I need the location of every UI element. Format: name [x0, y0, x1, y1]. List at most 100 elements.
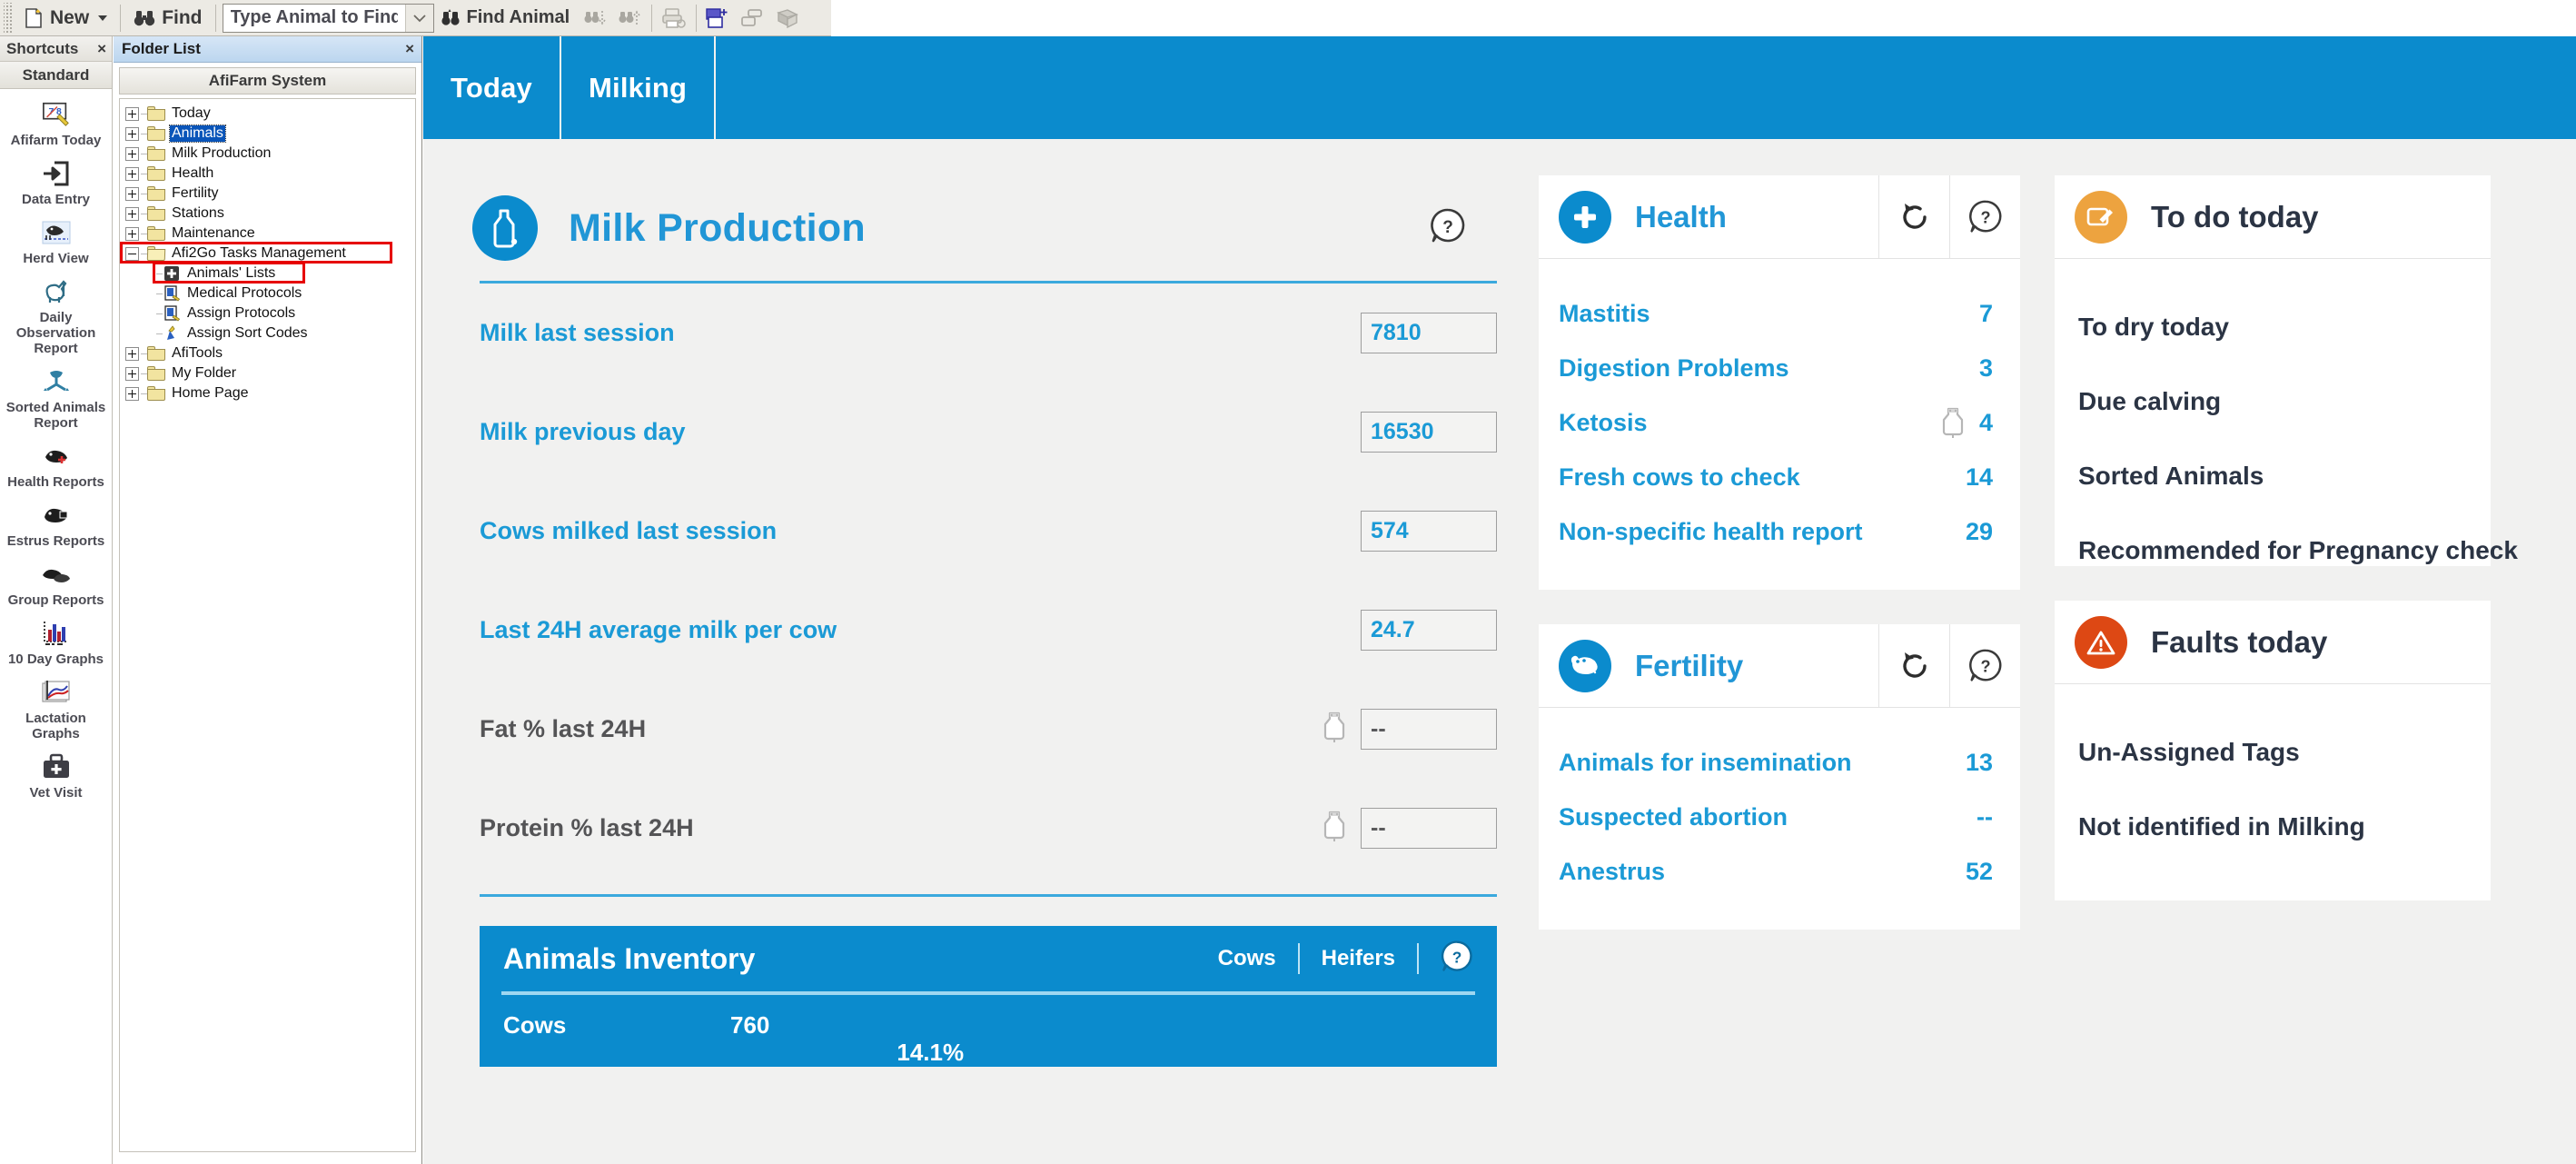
expand-icon[interactable] — [125, 126, 139, 141]
shortcut-item-data-entry[interactable]: Data Entry — [0, 154, 112, 213]
shortcut-item-afifarm-today[interactable]: 78 Afifarm Today — [0, 95, 112, 154]
faults-row[interactable]: Un-Assigned Tags — [2078, 715, 2463, 790]
health-refresh-button[interactable] — [1878, 174, 1949, 259]
fertility-row[interactable]: Animals for insemination 13 — [1559, 735, 1993, 790]
shortcut-item-10-day-graphs[interactable]: 10 Day Graphs — [0, 613, 112, 672]
milk-production-row[interactable]: Milk last session 7810 — [480, 284, 1497, 383]
shortcut-item-lactation-graphs[interactable]: Lactation Graphs — [0, 672, 112, 747]
tab-milking[interactable]: Milking — [561, 36, 717, 139]
fertility-refresh-button[interactable] — [1878, 623, 1949, 708]
shortcut-item-vet-visit[interactable]: Vet Visit — [0, 747, 112, 806]
main-content: Today Milking Milk Production ? Milk las… — [423, 36, 2576, 1164]
tree-node-home-page[interactable]: Home Page — [124, 383, 413, 403]
afifarm-system-label: AfiFarm System — [208, 72, 327, 89]
shortcut-item-estrus-reports[interactable]: Estrus Reports — [0, 495, 112, 554]
health-row[interactable]: Fresh cows to check 14 — [1559, 450, 1993, 504]
new-button[interactable]: New — [15, 3, 115, 34]
expand-icon[interactable] — [125, 226, 139, 241]
combo-dropdown-button[interactable] — [404, 4, 433, 32]
shortcut-item-daily-observation-report[interactable]: Daily Observation Report — [0, 272, 112, 362]
find-animal-combobox[interactable] — [222, 3, 434, 33]
health-row[interactable]: Mastitis 7 — [1559, 286, 1993, 341]
tree-node-afi2go-tasks-management[interactable]: Afi2Go Tasks Management — [124, 244, 413, 264]
shortcut-item-sorted-animals-report[interactable]: Sorted Animals Report — [0, 362, 112, 436]
animals-inventory-help-button[interactable]: ? — [1419, 939, 1475, 980]
milk-production-row[interactable]: Milk previous day 16530 — [480, 383, 1497, 482]
faults-card: Faults today Un-Assigned Tags Not identif… — [2055, 601, 2491, 900]
new-window-button[interactable] — [701, 3, 736, 34]
tree-node-animals-lists[interactable]: Animals' Lists — [124, 264, 413, 284]
fertility-card-header: Fertility ? — [1539, 623, 2020, 708]
expand-icon[interactable] — [125, 166, 139, 181]
health-row[interactable]: Ketosis 4 — [1559, 395, 1993, 450]
milk-bottle-icon — [1323, 711, 1345, 742]
faults-row[interactable]: Not identified in Milking — [2078, 790, 2463, 864]
shortcut-item-group-reports[interactable]: Group Reports — [0, 554, 112, 613]
health-help-button[interactable]: ? — [1949, 174, 2020, 259]
todo-row[interactable]: Sorted Animals — [2078, 439, 2463, 513]
tree-node-my-folder[interactable]: My Folder — [124, 363, 413, 383]
expand-icon[interactable] — [125, 346, 139, 361]
expand-icon[interactable] — [125, 146, 139, 161]
cow-icon — [1559, 639, 1611, 692]
toolbar-grip[interactable] — [4, 2, 12, 34]
tree-node-maintenance[interactable]: Maintenance — [124, 224, 413, 244]
shortcut-item-label: Sorted Animals Report — [5, 400, 106, 431]
close-icon[interactable]: × — [405, 40, 414, 58]
fertility-help-button[interactable]: ? — [1949, 623, 2020, 708]
find-animal-button[interactable]: Find Animal — [434, 3, 579, 34]
expand-icon[interactable] — [125, 106, 139, 121]
tile-windows-button[interactable] — [736, 3, 770, 34]
tree-node-label: Maintenance — [172, 225, 255, 241]
tree-node-fertility[interactable]: Fertility — [124, 184, 413, 204]
shortcuts-panel-title: Shortcuts × — [0, 36, 112, 62]
find-button[interactable]: Find — [125, 3, 210, 34]
tree-node-stations[interactable]: Stations — [124, 204, 413, 224]
health-row[interactable]: Digestion Problems 3 — [1559, 341, 1993, 395]
expand-icon[interactable] — [125, 386, 139, 401]
milk-production-row-label: Fat % last 24H — [480, 715, 647, 742]
milk-production-row[interactable]: Protein % last 24H -- — [480, 779, 1497, 878]
tab-today[interactable]: Today — [423, 36, 561, 139]
print-button[interactable] — [657, 3, 691, 34]
tree-node-today[interactable]: Today — [124, 104, 413, 124]
milk-production-row[interactable]: Cows milked last session 574 — [480, 482, 1497, 581]
tree-node-health[interactable]: Health — [124, 164, 413, 184]
shortcut-item-herd-view[interactable]: Herd View — [0, 213, 112, 272]
folder-icon — [147, 186, 165, 201]
expand-icon[interactable] — [125, 366, 139, 381]
inventory-toggle-cows[interactable]: Cows — [1196, 946, 1298, 971]
close-icon[interactable]: × — [97, 40, 106, 58]
health-card-actions: ? — [1878, 174, 2020, 259]
book-button[interactable] — [770, 3, 805, 34]
fertility-row[interactable]: Suspected abortion -- — [1559, 790, 1993, 844]
tree-node-assign-protocols[interactable]: Assign Protocols — [124, 303, 413, 323]
fertility-card-title: Fertility — [1635, 648, 1744, 682]
collapse-icon[interactable] — [125, 246, 139, 261]
todo-row[interactable]: Due calving — [2078, 364, 2463, 439]
search-input[interactable] — [223, 4, 405, 32]
health-row[interactable]: Non-specific health report 29 — [1559, 504, 1993, 559]
card-row-value: 14 — [1965, 463, 1993, 491]
tree-node-milk-production[interactable]: Milk Production — [124, 144, 413, 164]
tree-node-afitools[interactable]: AfiTools — [124, 343, 413, 363]
find-previous-button[interactable] — [612, 3, 647, 34]
todo-row[interactable]: To dry today — [2078, 290, 2463, 364]
inventory-toggle-heifers[interactable]: Heifers — [1300, 946, 1417, 971]
milk-production-help-button[interactable]: ? — [1428, 206, 1468, 251]
find-next-button[interactable] — [578, 3, 612, 34]
milk-production-row[interactable]: Last 24H average milk per cow 24.7 — [480, 581, 1497, 680]
milk-production-row[interactable]: Fat % last 24H -- — [480, 680, 1497, 779]
expand-icon[interactable] — [125, 206, 139, 221]
expand-icon[interactable] — [125, 186, 139, 201]
todo-row[interactable]: Recommended for Pregnancy check — [2078, 513, 2518, 588]
shortcuts-group-standard[interactable]: Standard — [0, 62, 112, 89]
tree-connector — [141, 393, 147, 394]
tree-node-animals[interactable]: Animals — [124, 124, 413, 144]
tree-node-assign-sort-codes[interactable]: Assign Sort Codes — [124, 323, 413, 343]
fertility-row[interactable]: Anestrus 52 — [1559, 844, 1993, 899]
chevron-down-icon[interactable] — [98, 15, 108, 21]
tree-node-medical-protocols[interactable]: Medical Protocols — [124, 284, 413, 303]
shortcut-item-health-reports[interactable]: Health Reports — [0, 436, 112, 495]
toolbar-separator-3 — [651, 4, 653, 32]
